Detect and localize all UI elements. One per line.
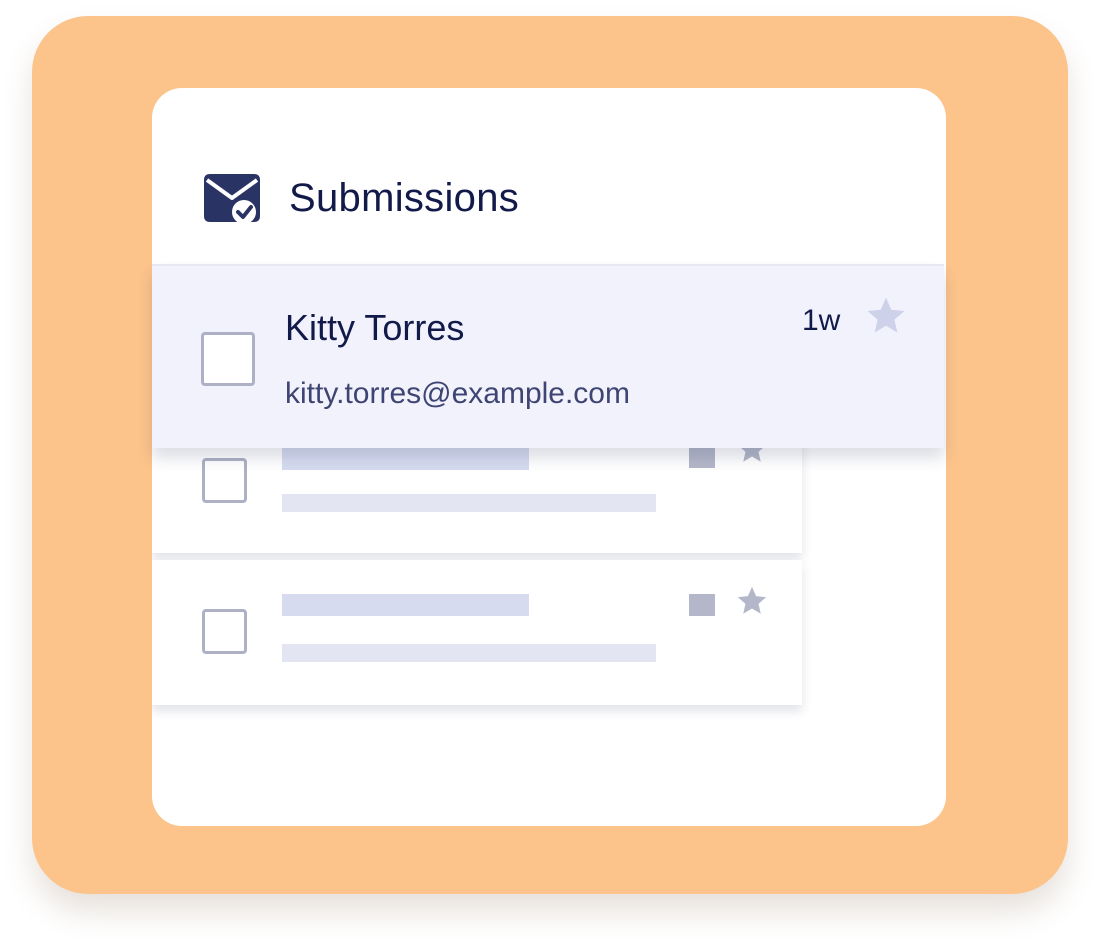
submissions-panel: Submissions [152, 88, 946, 826]
list-item[interactable] [152, 560, 802, 705]
star-icon[interactable] [734, 584, 770, 618]
placeholder-name-line [282, 594, 529, 616]
page-title: Submissions [289, 176, 520, 220]
panel-header: Submissions [152, 88, 946, 264]
placeholder-time-block [689, 446, 715, 468]
submitter-name: Kitty Torres [285, 307, 465, 348]
mail-check-icon [204, 174, 260, 224]
placeholder-time-block [689, 594, 715, 616]
placeholder-email-line [282, 494, 656, 512]
row-checkbox[interactable] [201, 332, 255, 386]
featured-submission-row[interactable]: Kitty Torres kitty.torres@example.com 1w [152, 264, 944, 448]
submitter-email: kitty.torres@example.com [285, 377, 630, 410]
submission-time: 1w [802, 304, 841, 337]
star-icon[interactable] [863, 294, 909, 338]
placeholder-email-line [282, 644, 656, 662]
row-checkbox[interactable] [202, 458, 247, 503]
row-checkbox[interactable] [202, 609, 247, 654]
canvas: Submissions Kitty Torres kitty.torres@ex… [0, 0, 1100, 943]
placeholder-name-line [282, 448, 529, 470]
